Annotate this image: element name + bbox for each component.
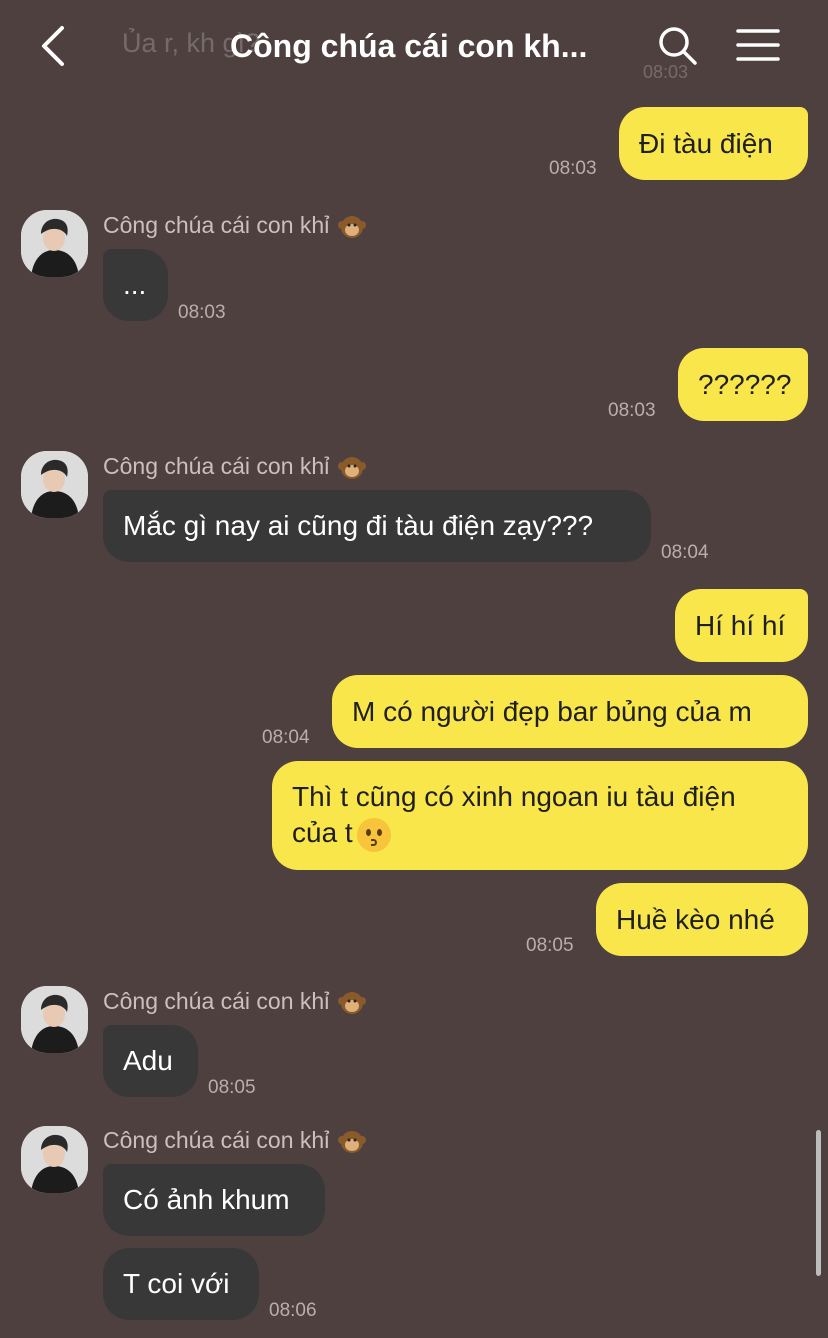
my-message-bubble[interactable]: Đi tàu điện [619,107,808,180]
message-time: 08:04 [262,727,310,748]
scrollbar[interactable] [816,1130,821,1276]
sender-name: Công chúa cái con khỉ [103,453,367,483]
my-message-bubble[interactable]: Hí hí hí [675,589,808,662]
chat-header: Ủa r, kh gì? 08:03 Công chúa cái con kh.… [0,0,828,92]
sender-name: Công chúa cái con khỉ [103,988,367,1018]
monkey-emoji-icon [338,1131,367,1153]
message-time: 08:03 [178,302,226,323]
avatar-photo [21,451,88,518]
search-button[interactable] [656,24,700,68]
avatar-photo [21,1126,88,1193]
message-time: 08:03 [549,158,597,179]
their-message-bubble[interactable]: Có ảnh khum [103,1164,325,1236]
hamburger-menu-icon [736,29,780,61]
their-message-bubble[interactable]: Adu [103,1025,198,1097]
message-time: 08:04 [661,542,709,563]
back-button[interactable] [34,22,78,70]
search-icon [659,27,697,65]
their-message-bubble[interactable]: ... [103,249,168,321]
my-message-bubble[interactable]: ?????? [678,348,808,421]
my-message-bubble[interactable]: Thì t cũng có xinh ngoan iu tàu điện của… [272,761,808,870]
avatar[interactable] [21,986,88,1053]
message-time: 08:06 [269,1300,317,1321]
avatar-photo [21,210,88,277]
monkey-emoji-icon [338,992,367,1014]
avatar[interactable] [21,451,88,518]
chevron-left-icon [42,26,64,66]
menu-button[interactable] [736,26,780,66]
my-message-bubble[interactable]: M có người đẹp bar bủng của m [332,675,808,748]
kissing-face-emoji-icon [356,817,391,852]
sender-name: Công chúa cái con khỉ [103,212,367,242]
avatar[interactable] [21,1126,88,1193]
message-time: 08:05 [208,1077,256,1098]
message-time: 08:05 [526,935,574,956]
monkey-emoji-icon [338,216,367,238]
my-message-bubble[interactable]: Huề kèo nhé [596,883,808,956]
avatar-photo [21,986,88,1053]
sender-name: Công chúa cái con khỉ [103,1127,367,1157]
chat-title: Công chúa cái con kh... [230,28,588,64]
avatar[interactable] [21,210,88,277]
message-time: 08:03 [608,400,656,421]
their-message-bubble[interactable]: T coi với [103,1248,259,1320]
monkey-emoji-icon [338,457,367,479]
their-message-bubble[interactable]: Mắc gì nay ai cũng đi tàu điện zạy??? [103,490,651,562]
